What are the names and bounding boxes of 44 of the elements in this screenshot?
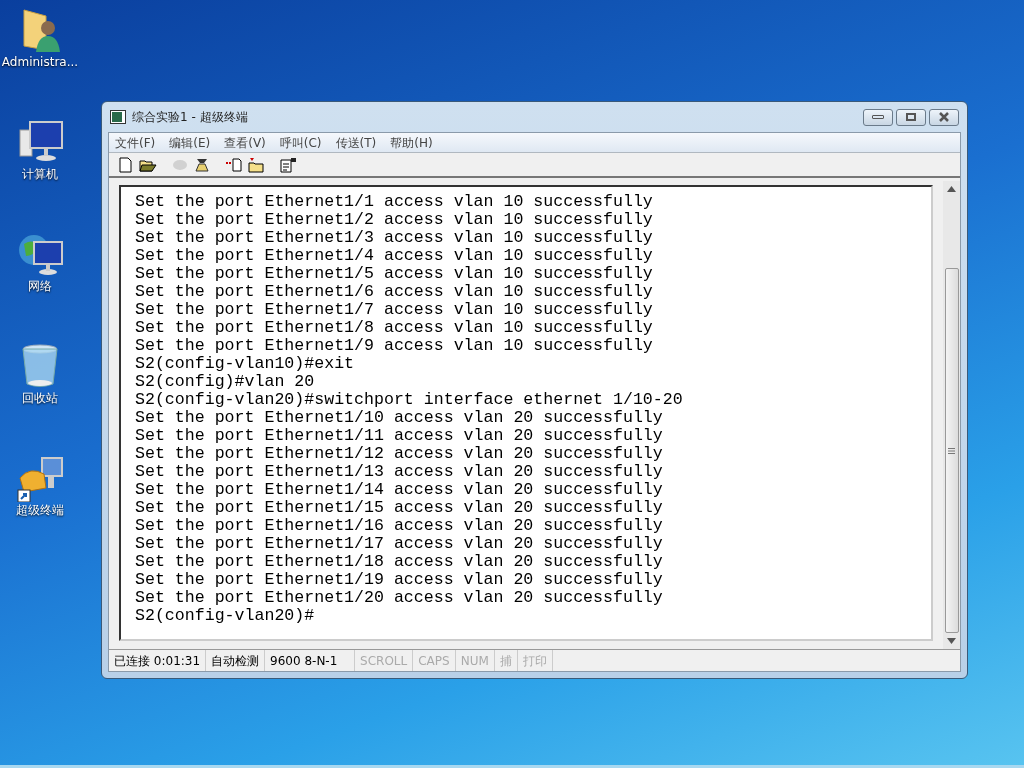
terminal-line: S2(config-vlan10)#exit	[135, 355, 355, 373]
terminal-line: Set the port Ethernet1/8 access vlan 10 successfully	[135, 319, 653, 337]
status-segment: NUM	[455, 650, 495, 671]
terminal-line: Set the port Ethernet1/11 access vlan 20 successfully	[135, 427, 663, 445]
desktop-icon-label[interactable]: Administra...	[1, 54, 79, 70]
terminal-line: Set the port Ethernet1/14 access vlan 20 successfully	[135, 481, 663, 499]
status-segment: 捕	[494, 650, 518, 671]
status-segment: 已连接 0:01:31	[109, 650, 207, 671]
menu-item[interactable]: 查看(V)	[224, 133, 266, 152]
menu-item[interactable]: 编辑(E)	[169, 133, 211, 152]
terminal-line: Set the port Ethernet1/5 access vlan 10 successfully	[135, 265, 653, 283]
menu-item[interactable]: 帮助(H)	[390, 133, 433, 152]
terminal-line: Set the port Ethernet1/16 access vlan 20 successfully	[135, 517, 663, 535]
terminal-line: Set the port Ethernet1/15 access vlan 20 successfully	[135, 499, 663, 517]
terminal-line: Set the port Ethernet1/13 access vlan 20 successfully	[135, 463, 663, 481]
terminal-line: Set the port Ethernet1/20 access vlan 20 successfully	[135, 589, 663, 607]
terminal-line: Set the port Ethernet1/3 access vlan 10 successfully	[135, 229, 653, 247]
terminal-line: Set the port Ethernet1/18 access vlan 20 successfully	[135, 553, 663, 571]
terminal-line: S2(config-vlan20)#	[135, 607, 315, 625]
status-segment: CAPS	[413, 650, 456, 671]
window-title: 综合实验1 - 超级终端	[132, 109, 248, 126]
terminal-line: Set the port Ethernet1/4 access vlan 10 successfully	[135, 247, 653, 265]
terminal-line: Set the port Ethernet1/19 access vlan 20 successfully	[135, 571, 663, 589]
terminal-line: S2(config-vlan20)#switchport interface ethernet 1/10-20	[135, 391, 683, 409]
terminal-line: Set the port Ethernet1/17 access vlan 20 successfully	[135, 535, 663, 553]
terminal-line: Set the port Ethernet1/9 access vlan 10 successfully	[135, 337, 653, 355]
terminal-line: S2(config)#vlan 20	[135, 373, 315, 391]
terminal-line: Set the port Ethernet1/1 access vlan 10 successfully	[135, 193, 653, 211]
status-segment: 打印	[517, 650, 553, 671]
menu-item[interactable]: 文件(F)	[115, 133, 156, 152]
status-segment: 9600 8-N-1	[265, 650, 356, 671]
terminal-line: Set the port Ethernet1/6 access vlan 10 successfully	[135, 283, 653, 301]
desktop-icon-label[interactable]: 网络	[28, 278, 52, 294]
status-segment: SCROLL	[355, 650, 414, 671]
terminal-line: Set the port Ethernet1/7 access vlan 10 successfully	[135, 301, 653, 319]
desktop-icon-label[interactable]: 回收站	[22, 390, 58, 406]
menu-item[interactable]: 传送(T)	[335, 133, 377, 152]
terminal-line: Set the port Ethernet1/12 access vlan 20 successfully	[135, 445, 663, 463]
status-segment: 自动检测	[206, 650, 266, 671]
desktop-icon-label[interactable]: 计算机	[22, 166, 58, 182]
menu-item[interactable]: 呼叫(C)	[279, 133, 322, 152]
terminal-line: Set the port Ethernet1/10 access vlan 20 successfully	[135, 409, 663, 427]
desktop-icon-label[interactable]: 超级终端	[16, 502, 64, 518]
terminal-line: Set the port Ethernet1/2 access vlan 10 successfully	[135, 211, 653, 229]
